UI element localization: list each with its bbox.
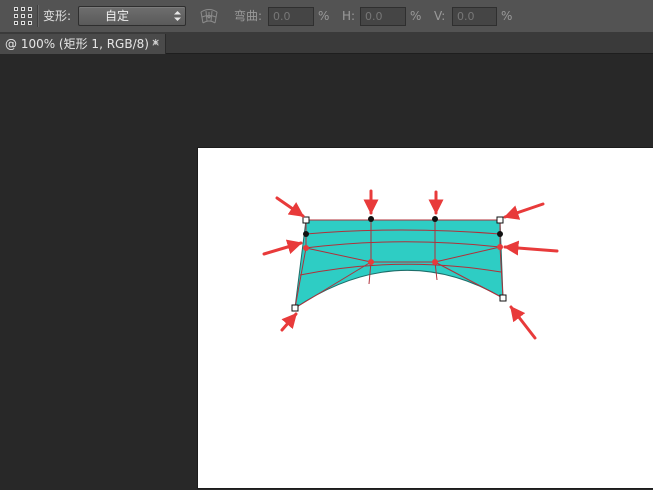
close-icon[interactable]: ×: [151, 36, 160, 50]
options-bar: 变形: 自定 弯曲: % H: % V:: [0, 0, 653, 33]
bend-unit: %: [318, 9, 330, 23]
bend-label: 弯曲:: [234, 9, 263, 23]
bend-input[interactable]: [268, 7, 314, 26]
toolbar-separator: [37, 5, 39, 27]
grid-transform-icon[interactable]: [13, 6, 33, 26]
document-tab-bar: @ 100% (矩形 1, RGB/8) * ×: [0, 33, 653, 54]
v-unit: %: [501, 9, 513, 23]
h-unit: %: [410, 9, 422, 23]
horizontal-distortion-input[interactable]: [360, 7, 406, 26]
v-label: V:: [434, 9, 446, 23]
warp-style-value: 自定: [105, 9, 130, 23]
h-label: H:: [342, 9, 356, 23]
document-tab[interactable]: @ 100% (矩形 1, RGB/8) * ×: [0, 34, 166, 54]
chevron-updown-icon: [174, 11, 181, 21]
warp-orientation-icon[interactable]: [198, 6, 220, 26]
vertical-distortion-input[interactable]: [452, 7, 497, 26]
transform-label: 变形:: [43, 9, 72, 23]
document-canvas[interactable]: [198, 148, 653, 488]
document-tab-title: @ 100% (矩形 1, RGB/8) *: [5, 37, 159, 51]
photoshop-window: 变形: 自定 弯曲: % H: % V:: [0, 0, 653, 490]
warp-style-select[interactable]: 自定: [78, 6, 186, 26]
